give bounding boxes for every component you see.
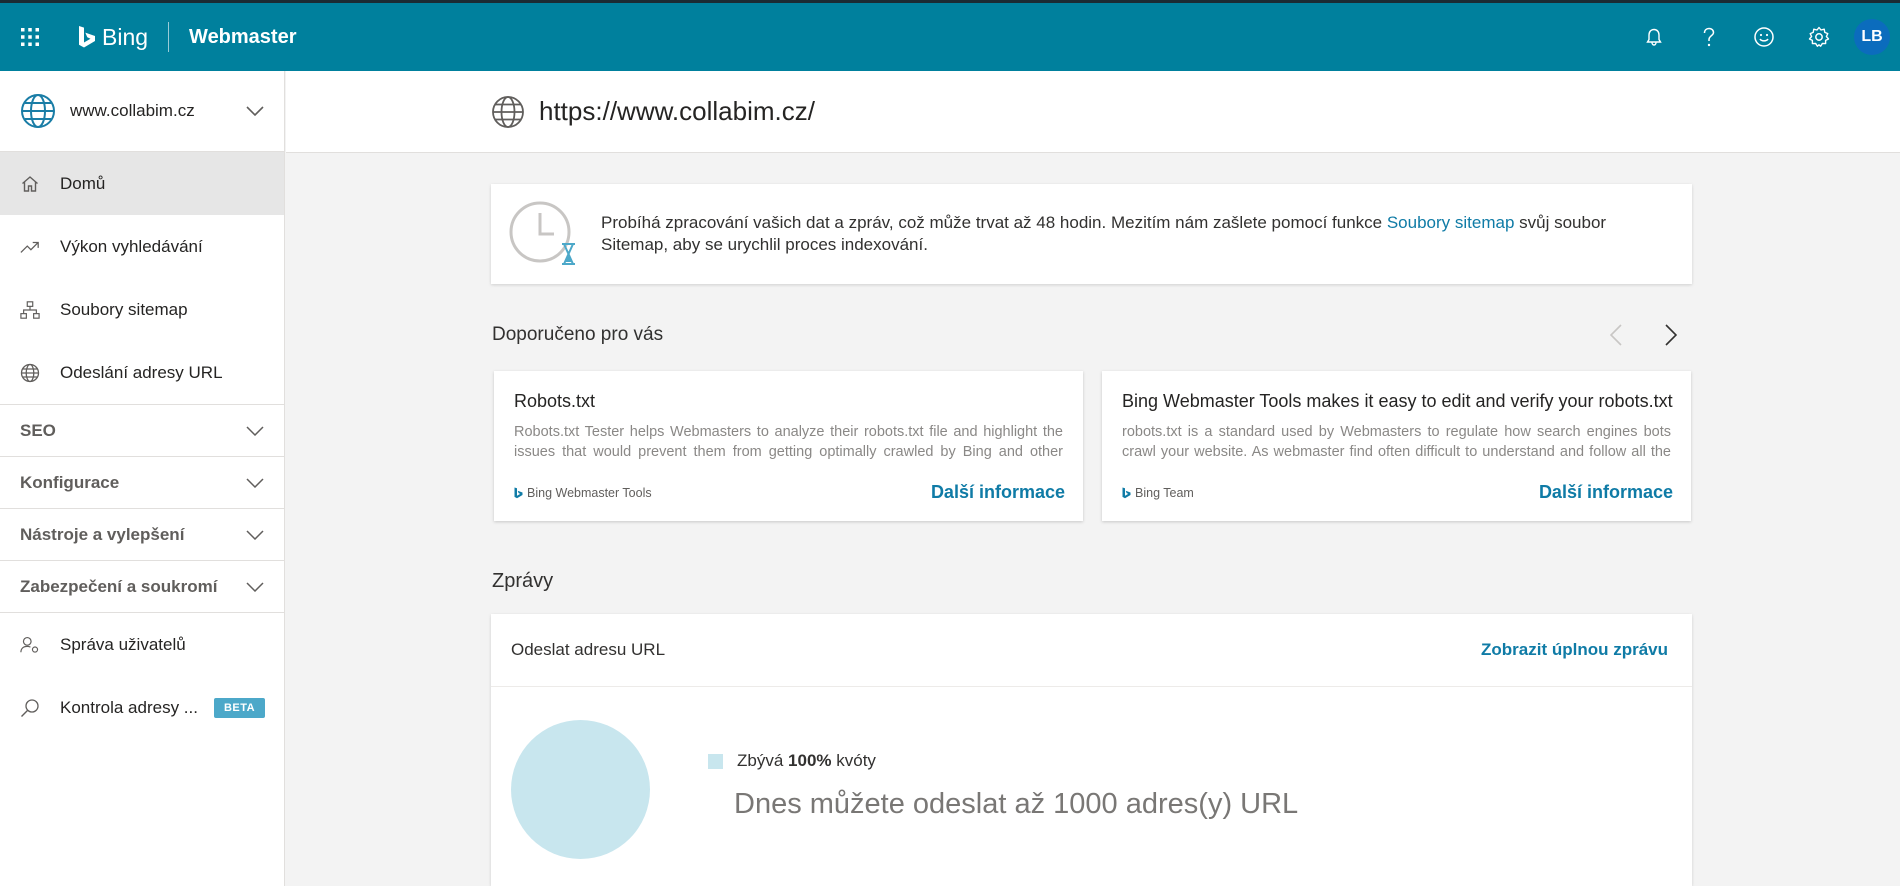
chevron-down-icon <box>246 581 264 592</box>
chevron-left-icon <box>1610 324 1622 346</box>
sidebar-group-label: Nástroje a vylepšení <box>20 524 185 544</box>
legend-prefix: Zbývá <box>737 751 789 770</box>
clock-hourglass-icon <box>509 201 575 265</box>
card-footer: Bing Team Další informace <box>1122 482 1673 503</box>
url-submission-report: Odeslat adresu URL Zobrazit úplnou zpráv… <box>491 614 1692 886</box>
learn-more-link[interactable]: Další informace <box>931 482 1065 503</box>
sidebar-item-user-management[interactable]: Správa uživatelů <box>0 613 284 676</box>
legend-swatch <box>708 753 723 769</box>
waffle-icon[interactable] <box>0 3 60 71</box>
brand-divider <box>168 22 170 52</box>
sidebar-group-label: Zabezpečení a soukromí <box>20 576 218 596</box>
site-header: https://www.collabim.cz/ <box>286 71 1900 153</box>
quota-message: Dnes můžete odeslat až 1000 adres(y) URL <box>734 788 1299 820</box>
brand[interactable]: Bing Webmaster <box>60 3 297 71</box>
sidebar-group-security[interactable]: Zabezpečení a soukromí <box>0 560 284 612</box>
quota-pie-chart <box>511 720 650 859</box>
carousel-next-button[interactable] <box>1654 318 1688 352</box>
bing-logo: Bing <box>78 24 148 51</box>
sidebar-item-label: Výkon vyhledávání <box>60 236 203 256</box>
sidebar-item-search-performance[interactable]: Výkon vyhledávání <box>0 215 284 278</box>
bing-b-icon <box>79 26 95 48</box>
sidebar-item-label: Správa uživatelů <box>60 634 186 654</box>
report-header: Odeslat adresu URL Zobrazit úplnou zpráv… <box>491 614 1692 687</box>
chevron-down-icon <box>246 477 264 488</box>
sidebar-item-url-inspection[interactable]: Kontrola adresy ... BETA <box>0 676 284 739</box>
user-settings-icon <box>20 635 40 655</box>
bing-b-icon <box>1122 487 1131 498</box>
gear-icon[interactable] <box>1791 3 1846 71</box>
sidebar-group-seo[interactable]: SEO <box>0 404 284 456</box>
learn-more-link[interactable]: Další informace <box>1539 482 1673 503</box>
card-footer: Bing Webmaster Tools Další informace <box>514 482 1065 503</box>
report-title: Odeslat adresu URL <box>511 640 666 659</box>
globe-icon <box>492 95 524 128</box>
chevron-down-icon <box>246 529 264 540</box>
chevron-down-icon <box>246 425 264 436</box>
globe-icon <box>21 94 55 128</box>
card-description: robots.txt is a standard used by Webmast… <box>1122 424 1671 460</box>
site-picker[interactable]: www.collabim.cz <box>0 71 284 152</box>
legend-suffix: kvóty <box>831 751 876 770</box>
chevron-right-icon <box>1665 324 1677 346</box>
bing-b-icon <box>514 487 523 498</box>
card-source-name: Bing Webmaster Tools <box>527 485 652 500</box>
help-icon[interactable] <box>1681 3 1736 71</box>
reports-title: Zprávy <box>492 570 554 592</box>
card-title: Bing Webmaster Tools makes it easy to ed… <box>1122 391 1673 411</box>
legend-value: 100% <box>788 751 832 770</box>
recommendation-card[interactable]: Bing Webmaster Tools makes it easy to ed… <box>1102 371 1691 521</box>
beta-badge: BETA <box>213 697 266 718</box>
sidebar-item-url-submission[interactable]: Odeslání adresy URL <box>0 341 284 404</box>
smiley-icon[interactable] <box>1736 3 1791 71</box>
sidebar: www.collabim.cz Domů Výkon vyhledávání S… <box>0 71 285 886</box>
top-bar: Bing Webmaster LB <box>0 0 1900 71</box>
search-icon <box>20 698 40 718</box>
sidebar-item-label: Domů <box>60 173 106 193</box>
sidebar-item-label: Soubory sitemap <box>60 299 188 319</box>
processing-message: Probíhá zpracování vašich dat a zpráv, c… <box>601 212 1651 256</box>
top-actions: LB <box>1626 3 1900 71</box>
card-title: Robots.txt <box>514 391 596 411</box>
view-full-report-link[interactable]: Zobrazit úplnou zprávu <box>1481 640 1668 660</box>
legend-text: Zbývá 100% kvóty <box>737 751 876 771</box>
sitemap-icon <box>20 300 40 320</box>
quota-legend: Zbývá 100% kvóty <box>708 751 876 771</box>
avatar[interactable]: LB <box>1854 19 1890 55</box>
sidebar-item-label: Kontrola adresy ... <box>60 697 198 717</box>
card-source: Bing Webmaster Tools <box>514 486 931 500</box>
recommended-title: Doporučeno pro vás <box>492 324 664 345</box>
processing-notice: Probíhá zpracování vašich dat a zpráv, c… <box>491 184 1692 284</box>
product-name: Webmaster <box>189 25 297 48</box>
sidebar-group-tools[interactable]: Nástroje a vylepšení <box>0 508 284 560</box>
globe-icon <box>20 363 40 383</box>
home-icon <box>20 174 40 194</box>
site-name: www.collabim.cz <box>70 101 195 120</box>
sidebar-group-label: SEO <box>20 420 56 440</box>
sidebar-group-label: Konfigurace <box>20 472 120 492</box>
sitemaps-link[interactable]: Soubory sitemap <box>1387 213 1515 232</box>
trend-icon <box>20 237 40 257</box>
bell-icon[interactable] <box>1626 3 1681 71</box>
card-source-name: Bing Team <box>1135 485 1194 500</box>
notice-text: Probíhá zpracování vašich dat a zpráv, c… <box>601 213 1387 232</box>
site-url: https://www.collabim.cz/ <box>539 96 815 126</box>
card-source: Bing Team <box>1122 486 1539 500</box>
sidebar-item-label: Odeslání adresy URL <box>60 362 223 382</box>
sidebar-item-home[interactable]: Domů <box>0 152 284 215</box>
chevron-down-icon <box>246 106 264 116</box>
card-description: Robots.txt Tester helps Webmasters to an… <box>514 424 1063 460</box>
recommendation-card[interactable]: Robots.txt Robots.txt Tester helps Webma… <box>494 371 1083 521</box>
sidebar-group-configuration[interactable]: Konfigurace <box>0 456 284 508</box>
sidebar-item-sitemaps[interactable]: Soubory sitemap <box>0 278 284 341</box>
brand-name: Bing <box>102 23 149 50</box>
carousel-prev-button[interactable] <box>1599 318 1633 352</box>
